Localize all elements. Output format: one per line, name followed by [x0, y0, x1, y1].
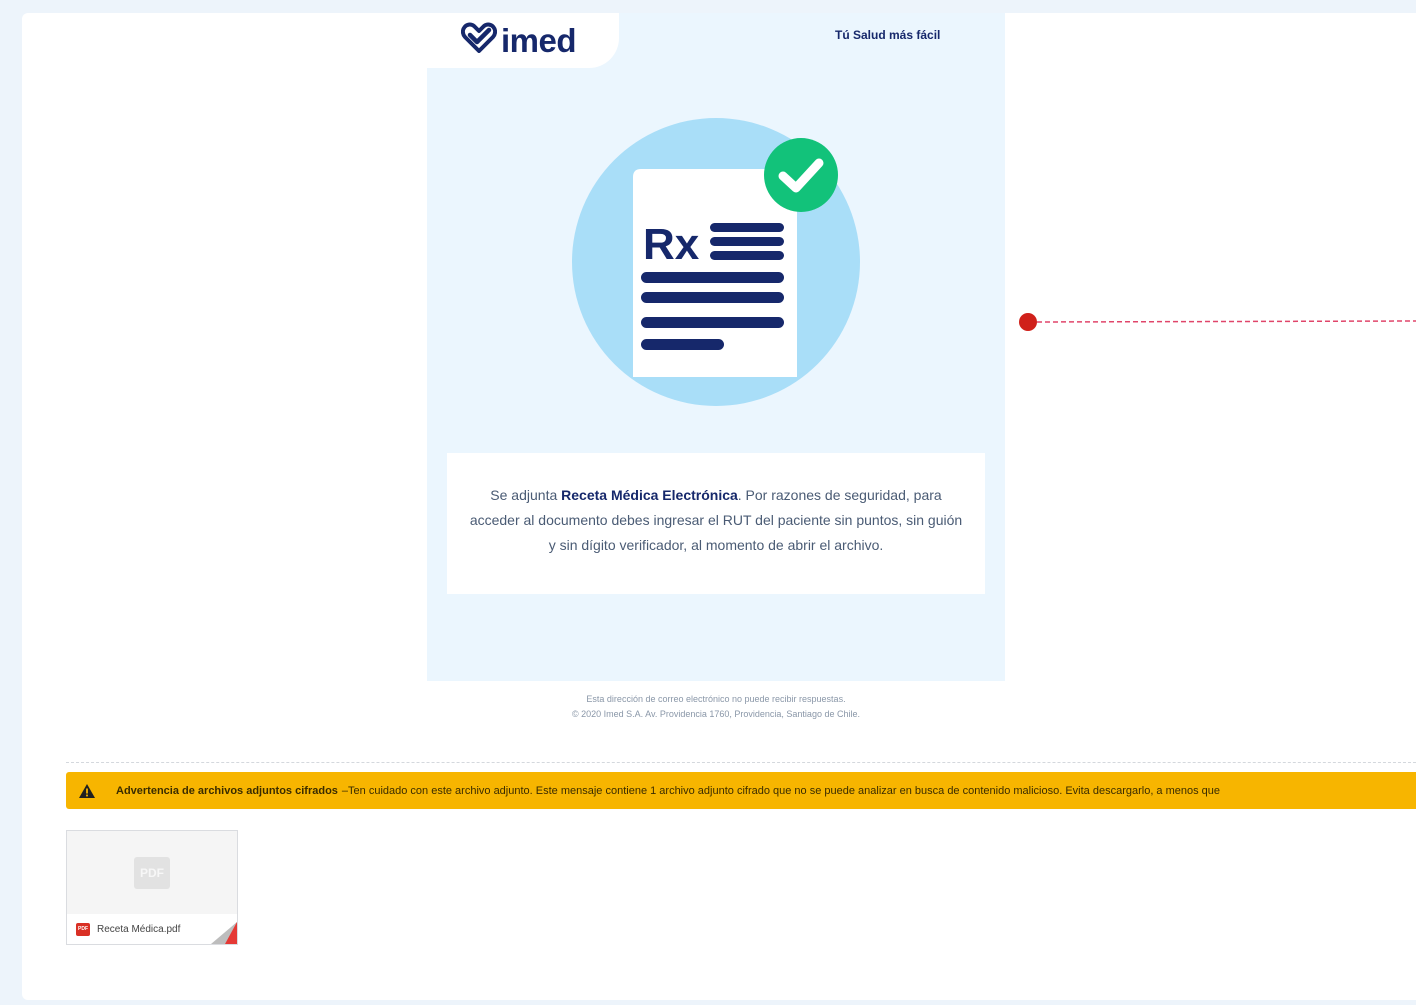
footer-address: © 2020 Imed S.A. Av. Providencia 1760, P…: [572, 709, 860, 719]
pdf-icon: PDF: [76, 922, 90, 936]
warning-title: Advertencia de archivos adjuntos cifrado…: [116, 784, 338, 797]
message-highlight: Receta Médica Electrónica: [561, 487, 738, 503]
message-box: Se adjunta Receta Médica Electrónica. Po…: [447, 453, 985, 594]
email-footer: Esta dirección de correo electrónico no …: [427, 692, 1005, 722]
encrypted-attachment-warning: Advertencia de archivos adjuntos cifrado…: [66, 772, 1416, 809]
warning-triangle-icon: [78, 783, 96, 799]
content-divider: [66, 762, 1416, 763]
rx-label: Rx: [643, 220, 700, 269]
warning-text: Ten cuidado con este archivo adjunto. Es…: [348, 784, 1221, 797]
message-intro: Se adjunta: [490, 487, 562, 503]
heart-check-icon: [460, 21, 501, 61]
attachment-card[interactable]: PDF PDF Receta Médica.pdf: [66, 830, 238, 945]
tagline: Tú Salud más fácil: [835, 28, 941, 42]
imed-logo[interactable]: imed: [460, 21, 577, 61]
attachment-preview[interactable]: PDF: [67, 831, 237, 915]
brand-name: imed: [501, 22, 577, 59]
prescription-document-icon: Rx: [571, 117, 871, 422]
footer-no-reply: Esta dirección de correo electrónico no …: [586, 694, 846, 704]
check-circle-icon: [764, 138, 838, 212]
attachment-filename: Receta Médica.pdf: [97, 923, 181, 935]
page-fold-icon: [211, 922, 237, 944]
logo-tab: imed: [427, 13, 619, 68]
email-body: imed Tú Salud más fácil Rx Se adjunta Re…: [427, 13, 1005, 681]
annotation-connector: [1018, 312, 1416, 337]
pdf-preview-icon: PDF: [134, 857, 170, 889]
